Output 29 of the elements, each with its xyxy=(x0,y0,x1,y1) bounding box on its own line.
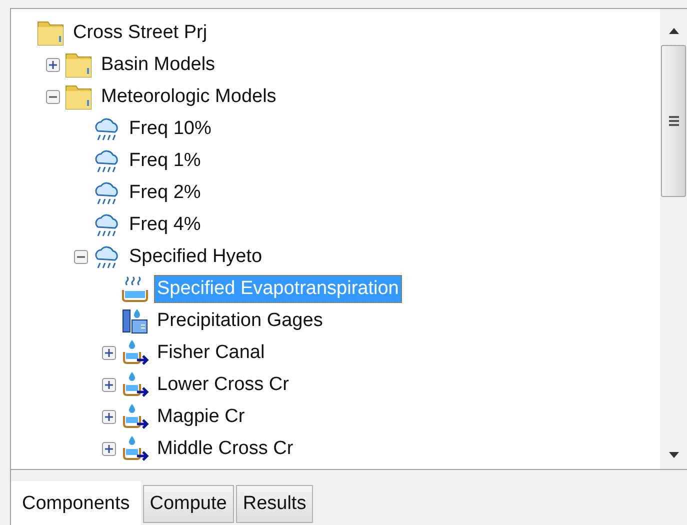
expand-icon[interactable] xyxy=(101,409,117,425)
scrollbar[interactable] xyxy=(660,9,687,469)
evaporation-icon xyxy=(119,274,151,304)
tree-item[interactable]: Freq 10% xyxy=(126,115,214,143)
scroll-thumb[interactable] xyxy=(661,45,686,197)
tree-item[interactable]: Middle Cross Cr xyxy=(154,435,296,463)
tab[interactable]: Components xyxy=(11,480,141,525)
tab[interactable]: Compute xyxy=(142,484,234,523)
scroll-down-icon[interactable] xyxy=(668,451,680,459)
tree-item[interactable]: Magpie Cr xyxy=(154,403,248,431)
tree-item[interactable]: Precipitation Gages xyxy=(154,307,326,335)
tree-item[interactable]: Basin Models xyxy=(98,51,218,79)
tree-item[interactable]: Cross Street Prj xyxy=(70,19,210,47)
collapse-icon[interactable] xyxy=(73,249,89,265)
grip-icon xyxy=(668,115,680,127)
tree-item[interactable]: Freq 2% xyxy=(126,179,204,207)
expand-icon[interactable] xyxy=(45,57,61,73)
tree-item[interactable]: Freq 4% xyxy=(126,211,204,239)
tab[interactable]: Results xyxy=(236,484,314,523)
tree-item[interactable]: Meteorologic Models xyxy=(98,83,280,111)
tree-item[interactable]: Fisher Canal xyxy=(154,339,268,367)
expand-icon[interactable] xyxy=(101,441,117,457)
expand-icon[interactable] xyxy=(101,377,117,393)
tree-item[interactable]: Lower Cross Cr xyxy=(154,371,292,399)
scroll-up-icon[interactable] xyxy=(668,27,680,35)
expand-icon[interactable] xyxy=(101,345,117,361)
tree-item[interactable]: Specified Hyeto xyxy=(126,243,266,271)
tree-item[interactable]: Freq 1% xyxy=(126,147,204,175)
collapse-icon[interactable] xyxy=(45,89,61,105)
